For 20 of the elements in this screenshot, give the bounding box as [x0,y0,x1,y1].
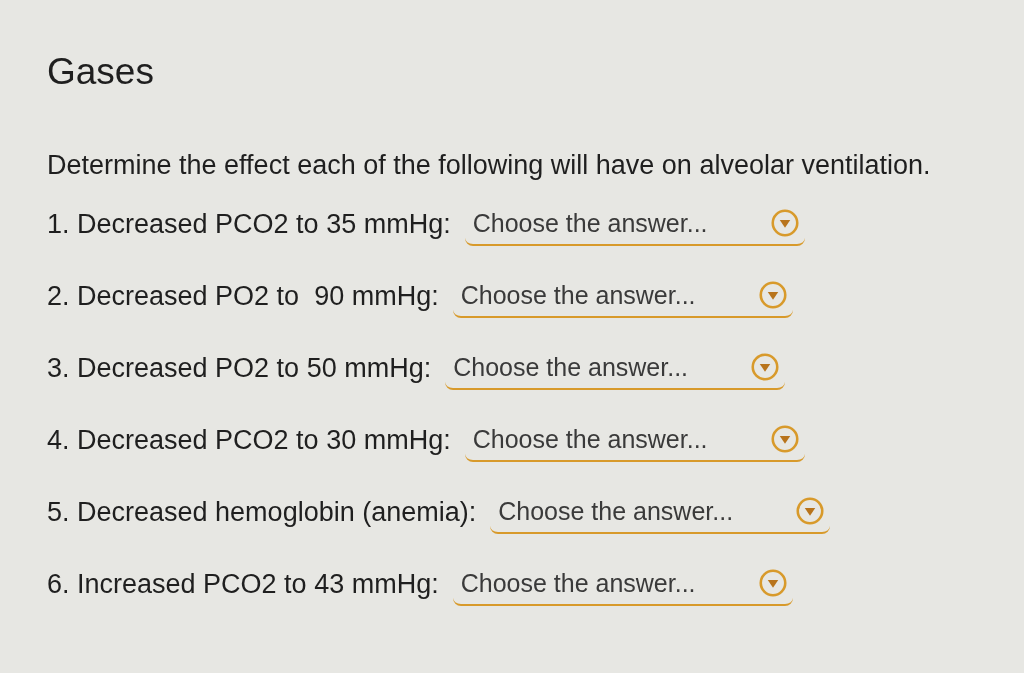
answer-dropdown[interactable]: Choose the answer... [452,562,793,606]
question-label: 2. Decreased PO2 to 90 mmHg: [47,280,439,313]
answer-dropdown[interactable]: Choose the answer... [452,274,793,318]
answer-dropdown[interactable]: Choose the answer... [464,202,805,246]
dropdown-caret-icon [770,209,799,237]
answer-dropdown[interactable]: Choose the answer... [464,418,805,462]
dropdown-caret-icon [758,281,787,309]
dropdown-caret-icon [751,353,780,381]
question-label: 5. Decreased hemoglobin (anemia): [47,496,477,529]
dropdown-caret-icon [758,569,787,597]
section-heading: Gases [47,50,154,94]
question-label: 3. Decreased PO2 to 50 mmHg: [47,352,432,385]
answer-dropdown[interactable]: Choose the answer... [490,490,831,534]
question-label: 4. Decreased PCO2 to 30 mmHg: [47,424,451,457]
question-label: 1. Decreased PCO2 to 35 mmHg: [47,208,451,241]
answer-dropdown[interactable]: Choose the answer... [445,346,786,390]
instructions-text: Determine the effect each of the following will have on alveolar ventilation. [47,149,931,182]
question-label: 6. Increased PCO2 to 43 mmHg: [47,568,439,601]
dropdown-caret-icon [796,497,825,525]
dropdown-caret-icon [770,425,799,453]
